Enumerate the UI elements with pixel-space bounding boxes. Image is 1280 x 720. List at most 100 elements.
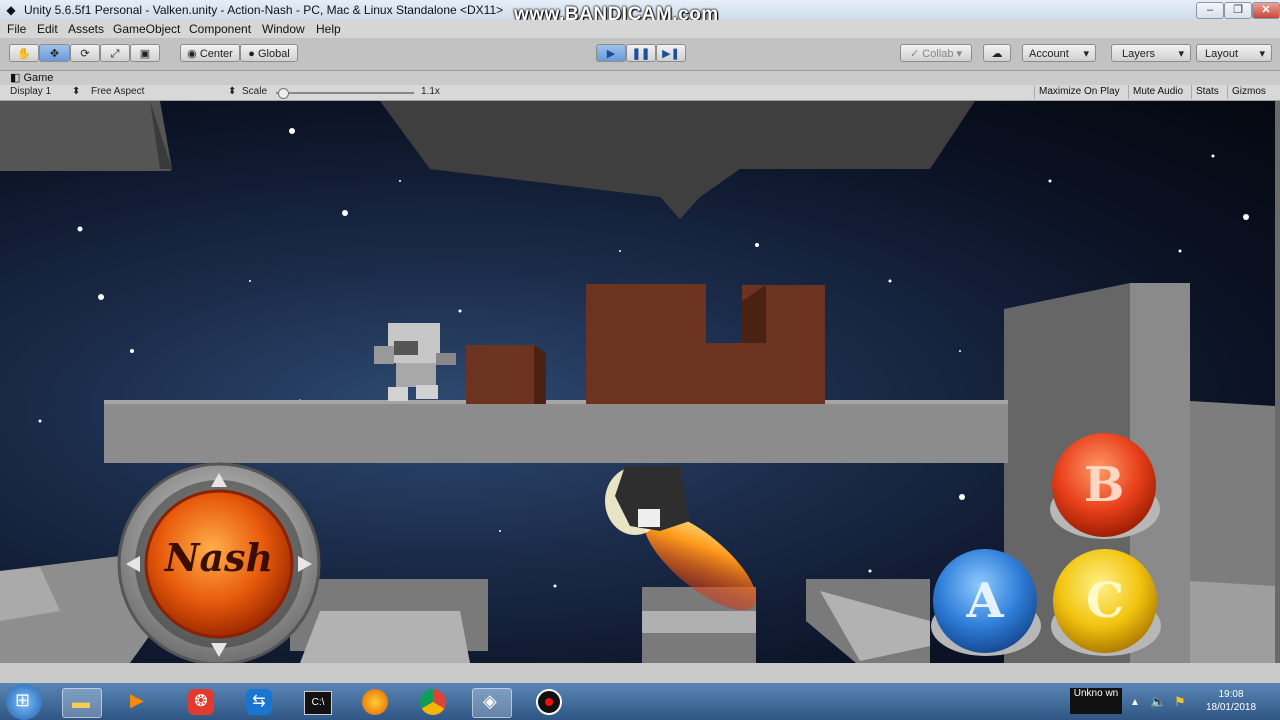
scale-slider-thumb[interactable] bbox=[277, 88, 289, 99]
scale-icon: ⤢ bbox=[110, 48, 120, 60]
collab-label: Collab ▾ bbox=[922, 48, 963, 60]
terminal-icon: C:\ bbox=[304, 691, 332, 715]
cloud-button[interactable]: ☁ bbox=[983, 44, 1011, 62]
start-button[interactable]: ⊞ bbox=[6, 684, 42, 720]
layout-label: Layout bbox=[1205, 48, 1239, 60]
app-icon: ❂ bbox=[188, 689, 214, 715]
maximize-button[interactable]: ❐ bbox=[1224, 2, 1252, 19]
chrome-icon bbox=[420, 689, 446, 715]
globe-icon: ● bbox=[248, 48, 258, 60]
pivot-toggle[interactable]: ◉ Center bbox=[180, 44, 240, 62]
chevron-down-icon: ▾ bbox=[1259, 48, 1265, 60]
editor-edge bbox=[1275, 101, 1280, 663]
pause-button[interactable]: ❚❚ bbox=[626, 44, 656, 62]
layers-label: Layers bbox=[1122, 48, 1156, 60]
joystick-label: Nash bbox=[164, 535, 273, 580]
game-view-toolbar: Display 1 ⬍ Free Aspect ⬍ Scale 1.1x Max… bbox=[0, 85, 1280, 101]
close-button[interactable]: ✕ bbox=[1252, 2, 1280, 19]
virtual-joystick[interactable]: Nash bbox=[117, 462, 321, 663]
firefox-icon bbox=[362, 689, 388, 715]
taskbar-firefox[interactable] bbox=[356, 688, 394, 716]
clock-time: 19:08 bbox=[1218, 689, 1244, 700]
layout-dropdown[interactable]: Layout ▾ bbox=[1196, 44, 1272, 62]
rotate-tool-button[interactable]: ⟳ bbox=[70, 44, 100, 62]
taskbar-chrome[interactable] bbox=[414, 688, 452, 716]
maximize-on-play-toggle[interactable]: Maximize On Play bbox=[1034, 85, 1124, 99]
layers-dropdown[interactable]: Layers ▾ bbox=[1111, 44, 1191, 62]
unity-icon: ◈ bbox=[483, 691, 497, 711]
menu-gameobject[interactable]: GameObject bbox=[113, 22, 180, 36]
pivot-label: Center bbox=[199, 48, 233, 60]
menu-file[interactable]: File bbox=[7, 22, 26, 36]
minimize-button[interactable]: – bbox=[1196, 2, 1224, 19]
chevron-updown-icon: ⬍ bbox=[228, 86, 237, 97]
play-icon: ▶ bbox=[606, 48, 616, 60]
move-icon: ✥ bbox=[49, 48, 60, 60]
move-tool-button[interactable]: ✥ bbox=[39, 44, 70, 62]
menu-component[interactable]: Component bbox=[189, 22, 251, 36]
toolbar: ✋ ✥ ⟳ ⤢ ▣ ◉ Center ● Global ▶ ❚❚ ▶❚ ✓ Co… bbox=[0, 38, 1280, 71]
record-icon bbox=[536, 689, 562, 715]
scale-value: 1.1x bbox=[421, 86, 440, 97]
hand-tool-button[interactable]: ✋ bbox=[9, 44, 39, 62]
collab-button[interactable]: ✓ Collab ▾ bbox=[900, 44, 972, 62]
step-button[interactable]: ▶❚ bbox=[656, 44, 686, 62]
teamviewer-icon: ⇆ bbox=[246, 689, 272, 715]
folder-icon: ▬ bbox=[72, 692, 90, 712]
taskbar-app[interactable]: ❂ bbox=[182, 688, 220, 716]
gizmos-dropdown[interactable]: Gizmos bbox=[1227, 85, 1270, 99]
taskbar-bandicam[interactable] bbox=[530, 688, 568, 716]
account-dropdown[interactable]: Account ▾ bbox=[1022, 44, 1096, 62]
taskbar-cmd[interactable]: C:\ bbox=[298, 688, 336, 716]
scale-tool-button[interactable]: ⤢ bbox=[100, 44, 130, 62]
tray-language[interactable]: Unkno wn bbox=[1070, 688, 1122, 714]
space-label: Global bbox=[257, 48, 290, 60]
tab-game-label: Game bbox=[23, 72, 54, 84]
chevron-down-icon: ▾ bbox=[1178, 48, 1184, 60]
hand-icon: ✋ bbox=[17, 48, 31, 60]
taskbar-explorer[interactable]: ▬ bbox=[62, 688, 102, 718]
account-label: Account bbox=[1029, 48, 1069, 60]
display-dropdown[interactable]: Display 1 bbox=[10, 86, 51, 97]
chevron-updown-icon: ⬍ bbox=[72, 86, 81, 97]
menu-edit[interactable]: Edit bbox=[37, 22, 58, 36]
taskbar-media-player[interactable]: ▶ bbox=[120, 688, 158, 716]
game-viewport[interactable]: Nash B A C bbox=[0, 101, 1275, 663]
step-icon: ▶❚ bbox=[662, 48, 680, 60]
chevron-down-icon: ▾ bbox=[1083, 48, 1089, 60]
clock-date: 18/01/2018 bbox=[1205, 702, 1257, 713]
menu-window[interactable]: Window bbox=[262, 22, 305, 36]
play-button[interactable]: ▶ bbox=[596, 44, 626, 62]
pivot-icon: ◉ bbox=[187, 48, 200, 60]
taskbar-teamviewer[interactable]: ⇆ bbox=[240, 688, 278, 716]
rotate-icon: ⟳ bbox=[80, 48, 90, 60]
menu-assets[interactable]: Assets bbox=[68, 22, 104, 36]
unity-logo-icon: ◆ bbox=[6, 3, 16, 17]
space-toggle[interactable]: ● Global bbox=[240, 44, 298, 62]
window-title: Unity 5.6.5f1 Personal - Valken.unity - … bbox=[24, 3, 504, 17]
stats-toggle[interactable]: Stats bbox=[1191, 85, 1223, 99]
rect-tool-button[interactable]: ▣ bbox=[130, 44, 160, 62]
scale-slider-track[interactable] bbox=[276, 92, 414, 94]
tab-game[interactable]: ◧ Game bbox=[10, 71, 53, 84]
tray-expand-icon[interactable]: ▲ bbox=[1130, 697, 1140, 708]
menu-help[interactable]: Help bbox=[316, 22, 341, 36]
network-icon[interactable]: ⚑ bbox=[1174, 694, 1186, 710]
menu-bar: File Edit Assets GameObject Component Wi… bbox=[0, 20, 1280, 38]
taskbar-unity[interactable]: ◈ bbox=[472, 688, 512, 718]
volume-icon[interactable]: 🔈 bbox=[1150, 694, 1166, 710]
ceiling-block-left bbox=[0, 101, 172, 171]
ceiling-structure bbox=[380, 101, 975, 219]
aspect-dropdown[interactable]: Free Aspect bbox=[91, 86, 144, 97]
button-b-label: B bbox=[1084, 457, 1125, 513]
windows-logo-icon: ⊞ bbox=[15, 690, 31, 710]
game-icon: ◧ bbox=[10, 72, 24, 84]
scale-label: Scale bbox=[242, 86, 268, 97]
check-icon: ✓ bbox=[909, 48, 923, 60]
game-scene: Nash B A C bbox=[0, 101, 1275, 663]
mute-audio-toggle[interactable]: Mute Audio bbox=[1128, 85, 1187, 99]
pause-icon: ❚❚ bbox=[631, 48, 651, 60]
taskbar-clock[interactable]: 19:08 18/01/2018 bbox=[1196, 688, 1266, 714]
button-a-label: A bbox=[965, 573, 1004, 629]
player-character bbox=[374, 323, 456, 401]
